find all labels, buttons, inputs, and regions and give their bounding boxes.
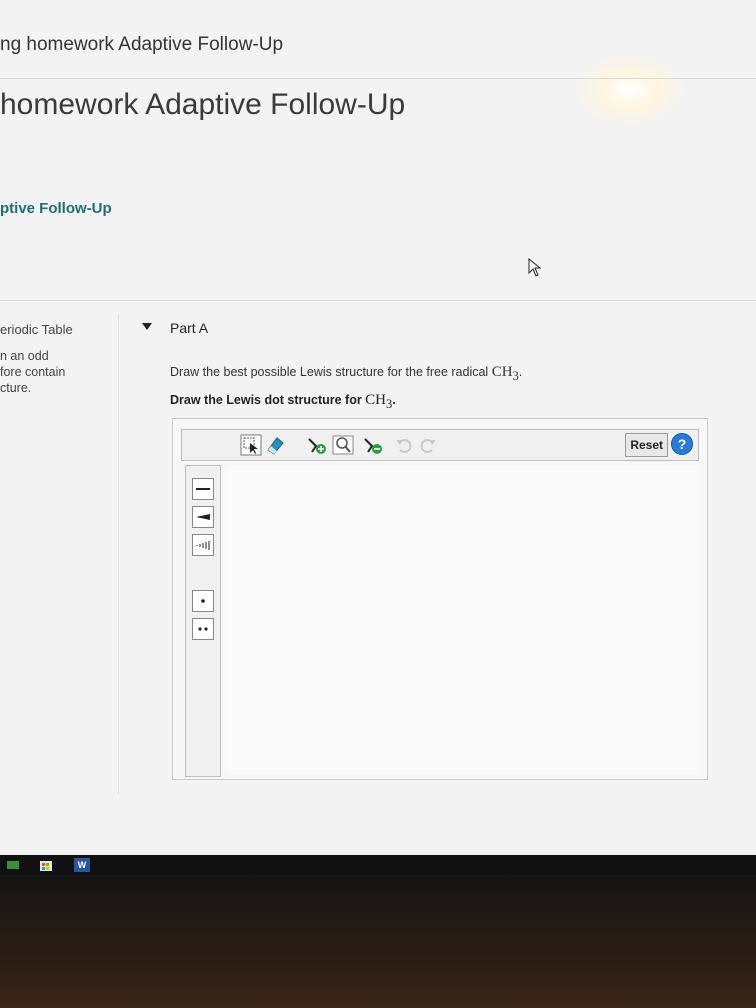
question-formula: CH3 [491,364,519,383]
electron-pair-icon[interactable] [192,618,214,640]
store-icon[interactable] [38,858,54,872]
hash-bond-icon[interactable] [192,534,214,556]
question-end: . [518,365,523,379]
screen-glare [575,55,685,125]
triangle-down-icon [142,323,152,330]
page-title: homework Adaptive Follow-Up [0,88,406,121]
periodic-table-link[interactable]: eriodic Table [0,322,73,337]
side-text-line: cture. [0,381,32,395]
instruction-formula: CH3 [365,392,392,411]
content-divider [0,300,756,301]
formula-base: CH [365,392,387,408]
zoom-icon[interactable] [332,434,354,456]
taskbar-app-icon[interactable] [6,858,20,872]
side-text-line: n an odd [0,349,49,363]
question-body: Draw the best possible Lewis structure f… [170,365,492,379]
part-label[interactable]: Part A [170,320,208,336]
browser-screen: ng homework Adaptive Follow-Up homework … [0,0,756,855]
instruction-text: Draw the Lewis dot structure for CH3. [170,392,396,412]
lone-electron-icon[interactable] [192,590,214,612]
single-bond-icon[interactable] [192,478,214,500]
add-charge-icon[interactable] [362,434,384,456]
redo-icon[interactable] [416,434,438,456]
word-icon[interactable]: W [74,858,90,872]
side-text-line: fore contain [0,365,66,379]
part-collapse-toggle[interactable] [140,320,154,334]
mouse-cursor-icon [528,258,542,277]
side-panel: eriodic Table n an odd fore contain ctur… [0,314,119,794]
reset-button[interactable]: Reset [625,433,668,457]
drawing-canvas[interactable] [225,465,699,775]
undo-icon[interactable] [394,434,416,456]
add-atom-icon[interactable] [306,434,328,456]
eraser-icon[interactable] [264,434,286,456]
question-text: Draw the best possible Lewis structure f… [170,364,522,384]
help-button[interactable]: ? [671,433,693,455]
editor-toolbar: Reset ? [181,429,699,461]
select-arrow-icon[interactable] [240,434,262,456]
monitor-bezel [0,875,756,1008]
breadcrumb[interactable]: ng homework Adaptive Follow-Up [0,34,283,56]
wedge-bond-icon[interactable] [192,506,214,528]
header-divider [0,78,756,79]
bond-toolbar [185,465,221,777]
molecule-editor: Reset ? [172,418,708,780]
assignment-subtitle[interactable]: ptive Follow-Up [0,200,112,217]
formula-base: CH [491,364,513,380]
instruction-end: . [392,393,396,407]
instruction-body: Draw the Lewis dot structure for [170,393,366,407]
taskbar: W [0,855,756,875]
